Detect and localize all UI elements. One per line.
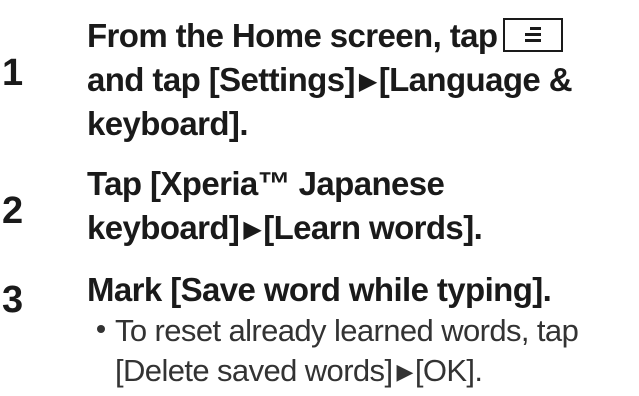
bullet-icon xyxy=(97,325,105,333)
step-line: Mark [Save word while typing]. xyxy=(87,268,639,312)
step-line: keyboard]. xyxy=(87,102,639,146)
step-instruction: From the Home screen, tap and tap [Setti… xyxy=(87,14,639,146)
step-text: [Learn words]. xyxy=(263,209,483,246)
step-line: and tap [Settings] ▶[Language & xyxy=(87,58,639,102)
note-text: [OK]. xyxy=(414,353,483,388)
step-text: keyboard] xyxy=(87,209,240,246)
step-line: From the Home screen, tap xyxy=(87,14,639,58)
step-number: 2 xyxy=(2,190,24,232)
step-text: Mark [Save word while typing]. xyxy=(87,271,552,308)
arrow-right-icon: ▶ xyxy=(396,359,413,384)
step-instruction: Mark [Save word while typing]. xyxy=(87,268,639,312)
step-text: From the Home screen, tap xyxy=(87,17,498,54)
step-line: keyboard] ▶[Learn words]. xyxy=(87,206,639,250)
step-text: [Language & xyxy=(378,61,573,98)
step-number: 1 xyxy=(2,52,24,94)
menu-key-icon xyxy=(503,18,564,52)
step-text: and tap [Settings] xyxy=(87,61,355,98)
step-line: Tap [Xperia™ Japanese xyxy=(87,162,639,206)
step-instruction: Tap [Xperia™ Japanese keyboard] ▶[Learn w… xyxy=(87,162,639,250)
arrow-right-icon: ▶ xyxy=(358,68,377,95)
note-line: [Delete saved words] ▶[OK]. xyxy=(97,351,578,391)
step-text: Tap [Xperia™ Japanese xyxy=(87,165,445,202)
step-text: keyboard]. xyxy=(87,105,248,142)
note-text: [Delete saved words] xyxy=(115,353,393,388)
note-text: To reset already learned words, tap xyxy=(115,313,579,348)
arrow-right-icon: ▶ xyxy=(243,216,262,243)
step-note: To reset already learned words, tap [Del… xyxy=(97,311,579,391)
step-number: 3 xyxy=(2,279,24,321)
note-line: To reset already learned words, tap xyxy=(97,311,579,351)
